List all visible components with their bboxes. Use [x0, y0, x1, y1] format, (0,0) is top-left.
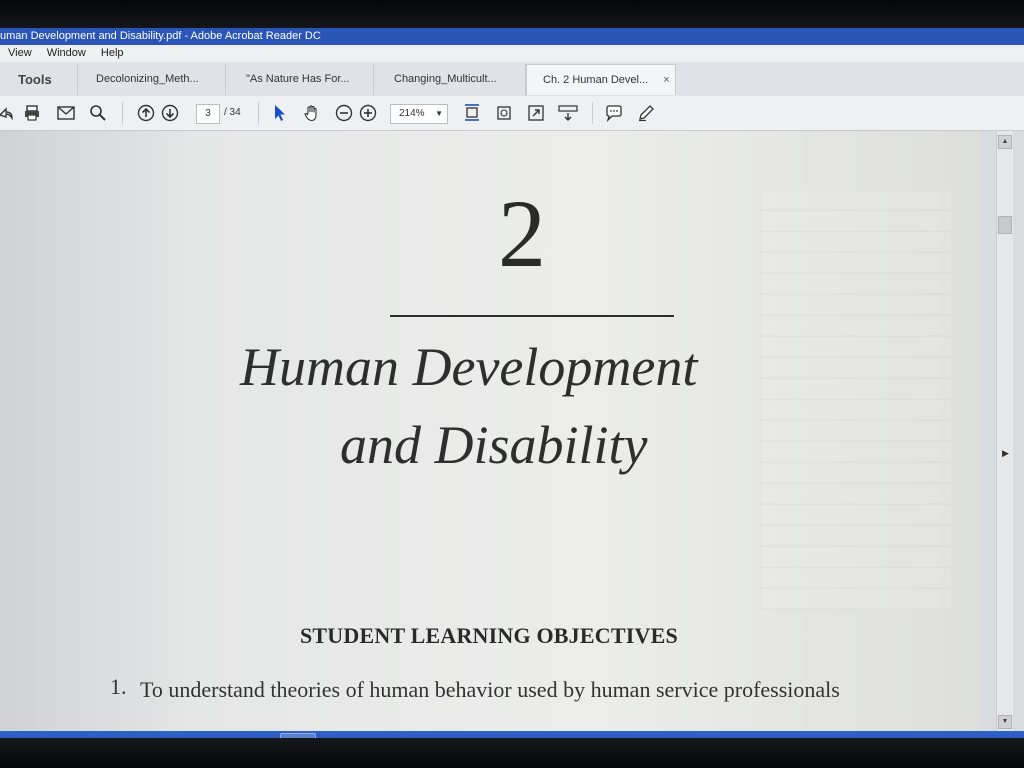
tab-decolonizing[interactable]: Decolonizing_Meth...: [78, 64, 226, 95]
zoom-value: 214%: [399, 108, 425, 119]
toolbar-divider: [258, 102, 259, 124]
share-icon[interactable]: [0, 103, 16, 123]
window-titlebar: uman Development and Disability.pdf - Ad…: [0, 28, 1024, 45]
chapter-rule: [390, 315, 674, 317]
tab-bar: Tools Decolonizing_Meth... "As Nature Ha…: [0, 62, 1024, 97]
toolbar-divider: [592, 102, 593, 124]
objective-text: To understand theories of human behavior…: [140, 677, 840, 702]
search-icon[interactable]: [88, 103, 108, 123]
chevron-down-icon: ▼: [435, 109, 443, 118]
select-cursor-icon[interactable]: [270, 103, 290, 123]
page-bleedthrough: [760, 191, 951, 611]
previous-page-icon[interactable]: [136, 103, 156, 123]
comment-icon[interactable]: [604, 103, 624, 123]
hand-tool-icon[interactable]: [302, 103, 322, 123]
tab-tools[interactable]: Tools: [0, 64, 78, 95]
tab-label: Changing_Multicult...: [394, 73, 497, 85]
zoom-out-icon[interactable]: [334, 103, 354, 123]
objective-number: 1.: [110, 674, 127, 699]
print-icon[interactable]: [22, 103, 42, 123]
read-mode-icon[interactable]: [558, 103, 578, 123]
scroll-thumb[interactable]: [998, 216, 1012, 234]
fit-page-icon[interactable]: [462, 103, 482, 123]
chapter-number: 2: [498, 180, 546, 287]
monitor-bezel-top: [0, 0, 1024, 30]
email-icon[interactable]: [56, 103, 76, 123]
tab-tools-label: Tools: [18, 72, 52, 87]
expand-panel-icon[interactable]: ▶: [1002, 448, 1009, 459]
tab-label: "As Nature Has For...: [246, 73, 350, 85]
vertical-scrollbar[interactable]: ▲ ▼: [996, 131, 1013, 731]
scroll-down-icon[interactable]: ▼: [998, 715, 1012, 729]
toolbar-divider: [122, 102, 123, 124]
screen: uman Development and Disability.pdf - Ad…: [0, 28, 1024, 740]
tab-as-nature[interactable]: "As Nature Has For...: [226, 64, 374, 95]
pen-icon[interactable]: [636, 103, 656, 123]
chapter-title-line-2: and Disability: [340, 415, 648, 475]
zoom-in-icon[interactable]: [358, 103, 378, 123]
tab-ch2-human-devel[interactable]: Ch. 2 Human Devel... ×: [526, 64, 676, 95]
menu-window[interactable]: Window: [47, 47, 86, 59]
tab-changing-multicult[interactable]: Changing_Multicult...: [374, 64, 526, 95]
chapter-title-line-1: Human Development: [240, 337, 698, 397]
menu-help[interactable]: Help: [101, 47, 124, 59]
next-page-icon[interactable]: [160, 103, 180, 123]
page-total: / 34: [224, 107, 241, 118]
tab-label: Ch. 2 Human Devel...: [543, 74, 649, 86]
zoom-select[interactable]: 214% ▼: [390, 104, 448, 124]
document-view[interactable]: 2 Human Development and Disability STUDE…: [0, 131, 980, 731]
monitor-bezel-bottom: [0, 738, 1024, 768]
scroll-up-icon[interactable]: ▲: [998, 135, 1012, 149]
page-number-input[interactable]: 3: [196, 104, 220, 124]
rotate-icon[interactable]: [494, 103, 514, 123]
tab-close-icon[interactable]: ×: [663, 74, 669, 86]
menu-bar: View Window Help: [0, 45, 1024, 62]
menu-view[interactable]: View: [8, 47, 32, 59]
toolbar: 3 / 34 214% ▼: [0, 96, 1024, 131]
window-title: uman Development and Disability.pdf - Ad…: [0, 30, 321, 42]
full-screen-icon[interactable]: [526, 103, 546, 123]
section-heading: STUDENT LEARNING OBJECTIVES: [300, 623, 678, 648]
tab-label: Decolonizing_Meth...: [96, 73, 199, 85]
